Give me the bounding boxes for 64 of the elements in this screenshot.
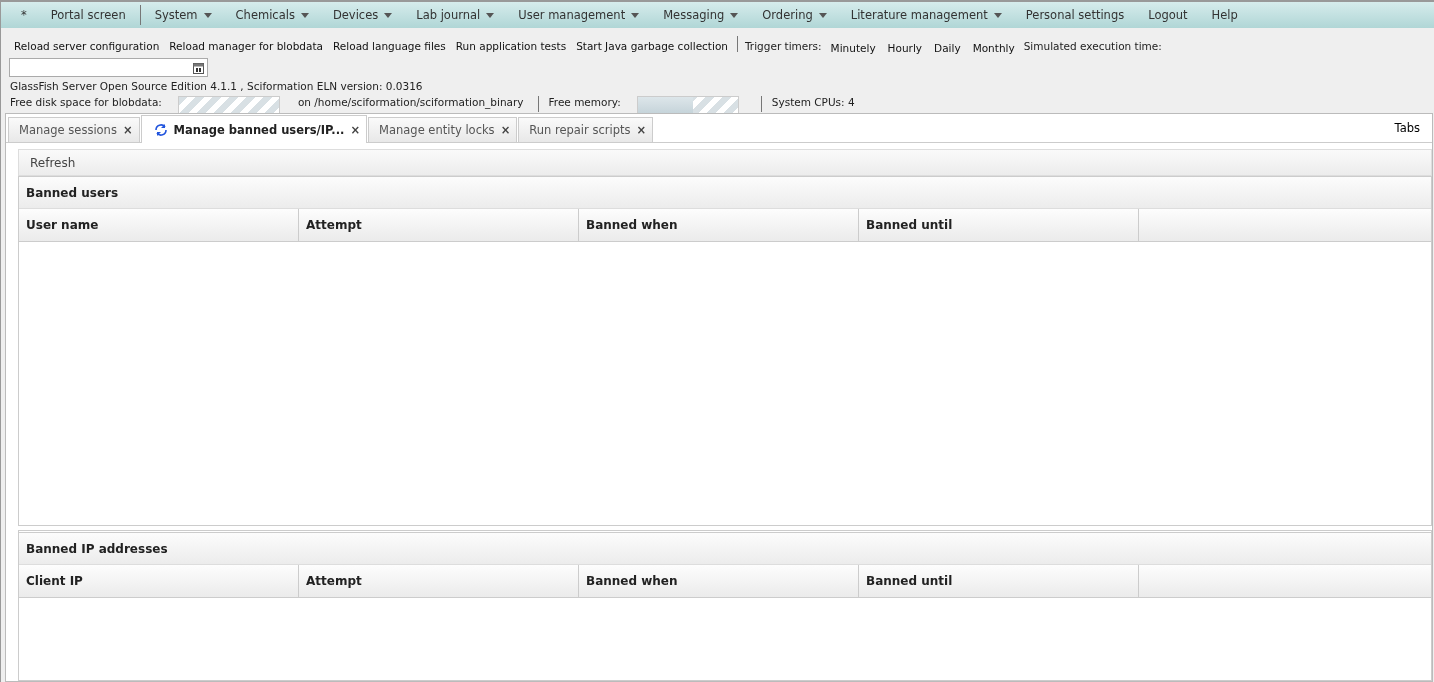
menu-item[interactable]: Ordering	[750, 2, 839, 28]
caret-icon	[300, 12, 309, 18]
tab[interactable]: Manage sessions ×	[8, 117, 140, 142]
timer-button[interactable]: Daily	[928, 41, 967, 54]
version-text: GlassFish Server Open Source Edition 4.1.1 , Sciformation ELN version: 0.0316	[9, 79, 424, 94]
tab[interactable]: Manage entity locks ×	[368, 117, 518, 142]
cpu-count: System CPUs: 4	[771, 96, 855, 108]
toolbar-button[interactable]: Reload language files	[328, 40, 451, 52]
tab-label: Manage entity locks	[379, 123, 495, 137]
tab-label: Manage banned users/IP...	[173, 122, 345, 137]
menu-item[interactable]: Portal screen	[38, 2, 138, 28]
caret-icon	[730, 12, 739, 18]
calendar-icon[interactable]	[193, 61, 204, 74]
refresh-button[interactable]: Refresh	[19, 155, 87, 170]
column-header[interactable]: Client IP	[19, 565, 299, 597]
caret-icon	[818, 12, 827, 18]
column-header[interactable]: User name	[19, 209, 299, 241]
menu-item[interactable]: Devices	[320, 2, 405, 28]
menu-item[interactable]: Literature management	[838, 2, 1014, 28]
timer-button[interactable]: Monthly	[966, 41, 1021, 54]
caret-icon	[631, 12, 640, 18]
menu-item[interactable]: Help	[1199, 2, 1250, 28]
column-header[interactable]: Banned until	[859, 565, 1139, 597]
menu-item[interactable]: User management	[506, 2, 652, 28]
column-header[interactable]: Attempt	[299, 209, 579, 241]
tabs-menu-button[interactable]: Tabs	[1388, 120, 1426, 136]
menu-item[interactable]: Lab journal	[404, 2, 507, 28]
disk-path: on /home/sciformation/sciformation_binary	[297, 96, 524, 108]
column-header[interactable]: Banned until	[859, 209, 1139, 241]
caret-icon	[384, 12, 393, 18]
tab[interactable]: Run repair scripts ×	[518, 117, 654, 142]
menu-item[interactable]: *	[9, 2, 39, 28]
disk-space-label: Free disk space for blobdata:	[10, 96, 162, 108]
toolbar-button[interactable]: Run application tests	[450, 40, 572, 52]
tab-label: Manage sessions	[19, 123, 117, 137]
close-icon[interactable]: ×	[350, 122, 361, 137]
panel-title: Banned users	[19, 177, 1431, 208]
toolbar-button[interactable]: Reload server configuration	[9, 40, 165, 52]
column-header[interactable]: Banned when	[579, 565, 859, 597]
panel-title: Banned IP addresses	[19, 533, 1431, 564]
menu-item[interactable]: System	[142, 2, 224, 28]
toolbar-button[interactable]: Start Java garbage collection	[571, 40, 733, 52]
refresh-icon	[153, 122, 168, 137]
simulated-time-label: Simulated execution time:	[1022, 40, 1163, 52]
menu-item[interactable]: Personal settings	[1013, 2, 1137, 28]
toolbar-button[interactable]: Reload manager for blobdata	[164, 40, 328, 52]
column-header[interactable]: Banned when	[579, 209, 859, 241]
memory-label: Free memory:	[548, 96, 621, 108]
menu-item[interactable]: Logout	[1136, 2, 1200, 28]
timer-button[interactable]: Minutely	[824, 41, 882, 54]
close-icon[interactable]: ×	[500, 123, 511, 137]
caret-icon	[203, 12, 212, 18]
close-icon[interactable]: ×	[122, 123, 133, 137]
close-icon[interactable]: ×	[636, 123, 647, 137]
menu-item[interactable]: Messaging	[651, 2, 751, 28]
column-header[interactable]: Attempt	[299, 565, 579, 597]
date-field[interactable]	[9, 58, 208, 77]
caret-icon	[486, 12, 495, 18]
tab[interactable]: Manage banned users/IP... ×	[140, 115, 368, 143]
timers-label: Trigger timers:	[744, 40, 823, 52]
tab-label: Run repair scripts	[529, 123, 631, 137]
timer-button[interactable]: Hourly	[881, 41, 929, 54]
caret-icon	[993, 12, 1002, 18]
menu-item[interactable]: Chemicals	[223, 2, 321, 28]
